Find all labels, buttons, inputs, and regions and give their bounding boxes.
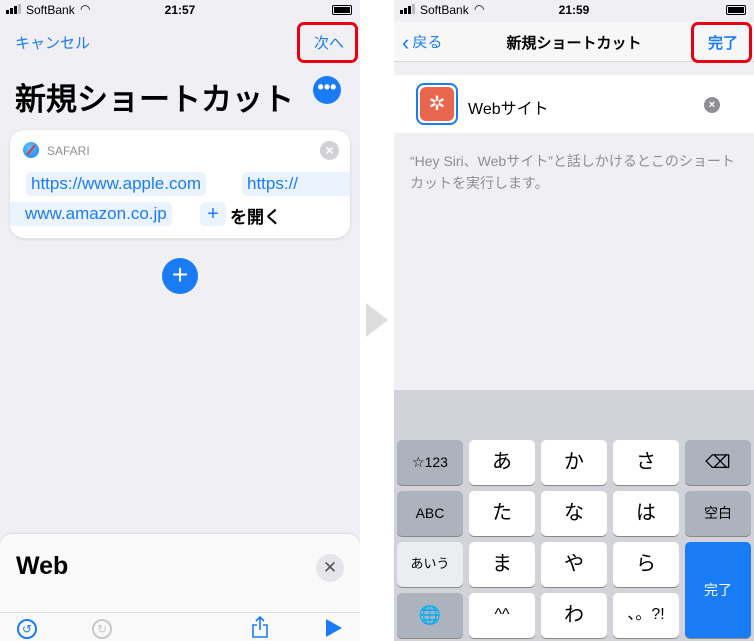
shortcut-icon[interactable]: ✲ <box>416 83 458 125</box>
action-app-label: SAFARI <box>47 144 90 158</box>
share-icon[interactable] <box>251 615 269 638</box>
url-token[interactable]: www.amazon.co.jp <box>10 202 172 226</box>
close-icon[interactable]: ✕ <box>316 554 344 582</box>
ellipsis-icon[interactable]: ••• <box>313 76 341 104</box>
add-url-button[interactable]: + <box>200 202 226 226</box>
magic-wand-icon: ✲ <box>420 87 454 121</box>
key-abc[interactable]: ABC <box>397 491 463 536</box>
action-verb: を開く <box>230 208 281 227</box>
siri-hint: “Hey Siri、Webサイト”と話しかけるとこのショートカットを実行します。 <box>410 153 735 191</box>
key[interactable]: か <box>541 440 607 485</box>
search-field[interactable]: Web <box>16 552 68 581</box>
backspace-icon[interactable]: ⌫ <box>685 440 751 485</box>
highlight-box <box>691 22 752 63</box>
arrow-right-icon <box>366 303 388 337</box>
action-card: SAFARI × https://www.apple.com https:// … <box>10 130 350 238</box>
key[interactable]: や <box>541 542 607 587</box>
key[interactable]: 、。?! <box>613 593 679 638</box>
clock: 21:57 <box>164 3 196 17</box>
key[interactable]: は <box>613 491 679 536</box>
name-row: ✲ Webサイト × <box>394 75 754 133</box>
page-title: 新規ショートカット <box>15 82 294 117</box>
clear-icon[interactable]: × <box>704 97 720 113</box>
return-key[interactable]: 完了 <box>685 542 751 638</box>
remove-action-button[interactable]: × <box>320 141 339 160</box>
right-screen: SoftBank ◠ 21:59 ‹ 戻る 新規ショートカット 完了 ✲ Webサ… <box>394 0 754 641</box>
left-screen: SoftBank ◠ 21:57 キャンセル 次へ 新規ショートカット ••• … <box>0 0 360 641</box>
status-bar: SoftBank ◠ 21:57 <box>0 0 360 22</box>
key[interactable]: た <box>469 491 535 536</box>
battery-icon <box>332 5 352 15</box>
safari-icon <box>23 142 39 158</box>
key[interactable]: わ <box>541 593 607 638</box>
url-token[interactable]: https://www.apple.com <box>26 172 207 196</box>
url-token[interactable]: https:// <box>242 172 350 196</box>
play-icon[interactable] <box>326 619 342 637</box>
key[interactable]: な <box>541 491 607 536</box>
key[interactable]: あ <box>469 440 535 485</box>
key-numbers[interactable]: ☆123 <box>397 440 463 485</box>
bottom-sheet: Web ✕ ↺ ↻ <box>0 534 360 641</box>
divider <box>0 612 360 613</box>
status-bar: SoftBank ◠ 21:59 <box>394 0 754 22</box>
undo-icon[interactable]: ↺ <box>17 619 37 639</box>
highlight-box <box>297 22 358 63</box>
plus-icon[interactable]: + <box>162 258 198 294</box>
key[interactable]: ま <box>469 542 535 587</box>
key-space[interactable]: 空白 <box>685 491 751 536</box>
key-kana[interactable]: あいう <box>397 542 463 587</box>
clock: 21:59 <box>558 3 590 17</box>
globe-icon[interactable]: 🌐 <box>397 593 463 638</box>
shortcut-name-input[interactable]: Webサイト <box>468 95 549 119</box>
redo-icon[interactable]: ↻ <box>92 619 112 639</box>
key[interactable]: さ <box>613 440 679 485</box>
cancel-button[interactable]: キャンセル <box>15 32 90 53</box>
keyboard: ☆123 あ か さ ⌫ ABC た な は 空白 あいう ま や ら 完了 🌐… <box>394 390 754 641</box>
battery-icon <box>726 5 746 15</box>
key[interactable]: ^^ <box>469 593 535 638</box>
key[interactable]: ら <box>613 542 679 587</box>
